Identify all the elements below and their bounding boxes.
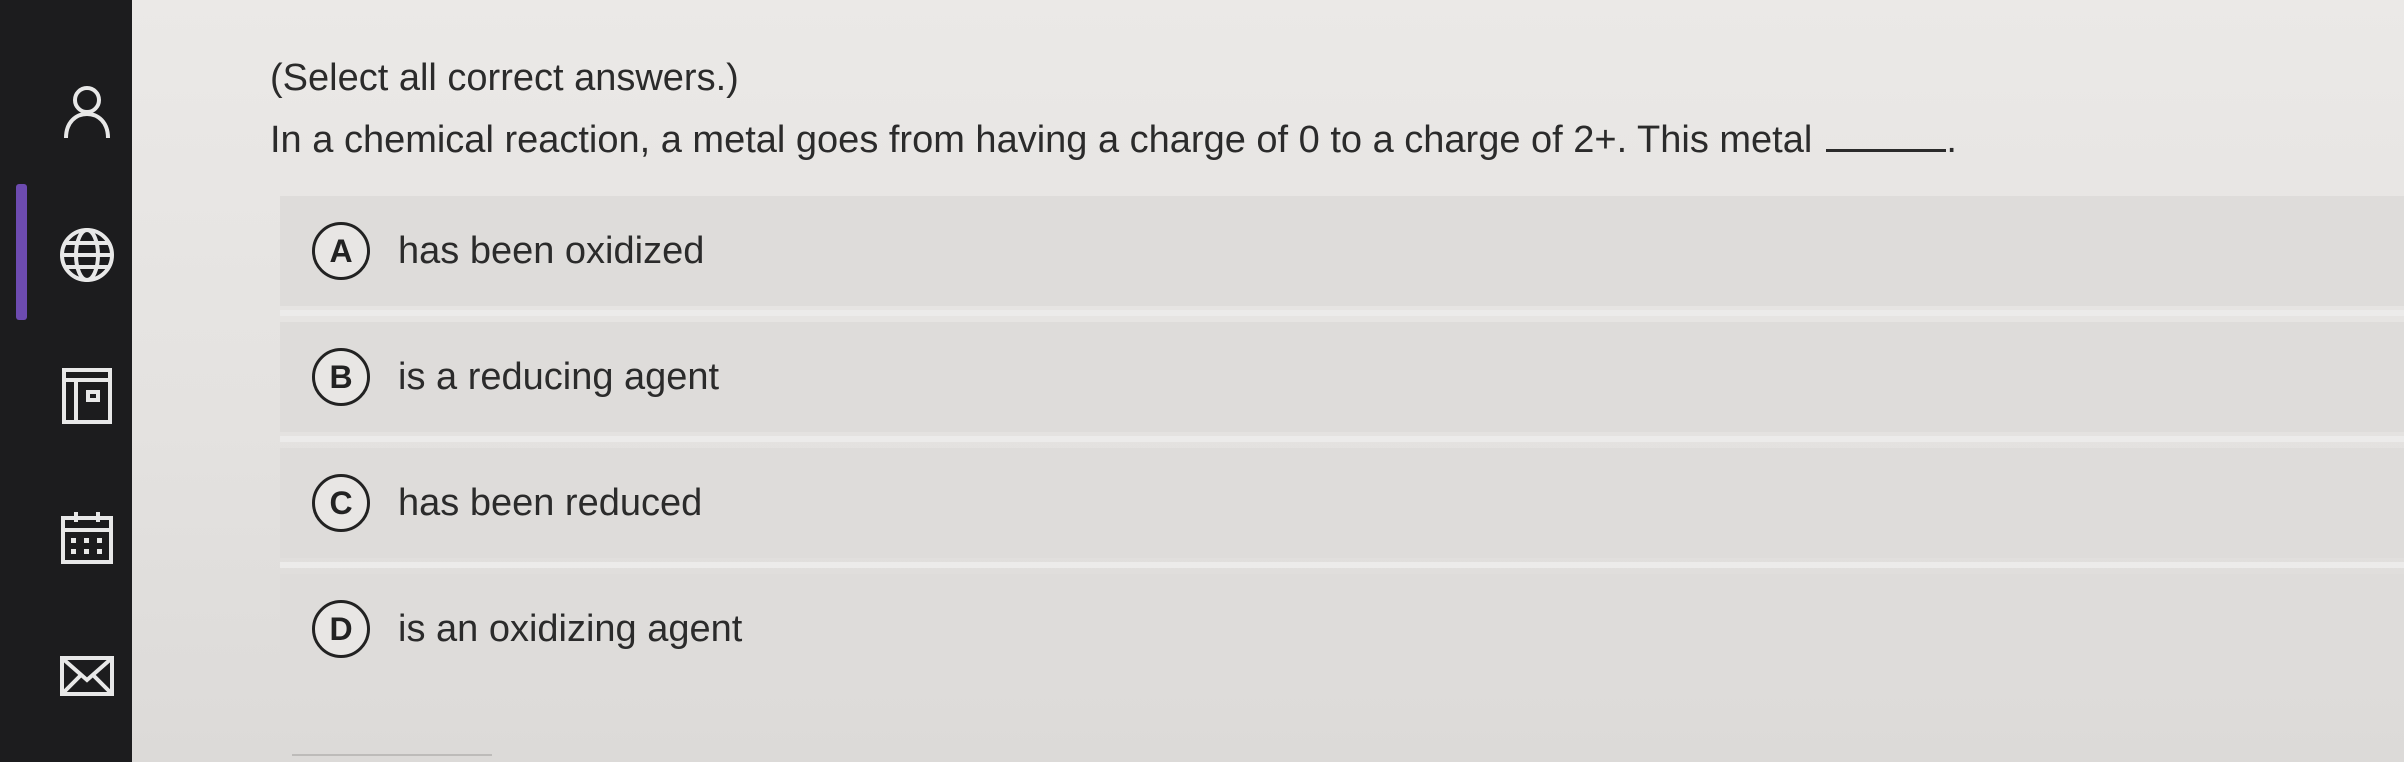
option-divider — [280, 562, 2404, 568]
profile-icon — [64, 86, 110, 139]
messages-icon — [60, 656, 114, 696]
globe-icon — [60, 228, 114, 282]
option-text: has been reduced — [398, 482, 703, 524]
option-text: is an oxidizing agent — [398, 608, 743, 650]
question-instructions: (Select all correct answers.) — [270, 57, 739, 99]
option-divider — [280, 436, 2404, 442]
option-text: has been oxidized — [398, 230, 705, 272]
nav-item-profile[interactable] — [44, 68, 130, 154]
nav-item-globe[interactable] — [44, 212, 130, 298]
answer-option-c[interactable]: C has been reduced — [280, 448, 2404, 558]
nav-item-calendar[interactable] — [44, 494, 130, 580]
question-prompt-end: . — [1946, 119, 1957, 161]
active-nav-indicator — [16, 184, 27, 320]
courses-icon — [62, 368, 112, 424]
nav-item-messages[interactable] — [44, 632, 130, 718]
sidebar-nav — [0, 0, 132, 762]
option-letter-badge: D — [312, 600, 370, 658]
bottom-divider — [292, 754, 492, 756]
answer-blank — [1826, 117, 1947, 152]
question-prompt-text: In a chemical reaction, a metal goes fro… — [270, 119, 1813, 161]
answer-option-a[interactable]: A has been oxidized — [280, 196, 2404, 306]
question-prompt: In a chemical reaction, a metal goes fro… — [270, 116, 1957, 164]
option-letter-badge: C — [312, 474, 370, 532]
option-letter-badge: A — [312, 222, 370, 280]
question-panel: (Select all correct answers.) In a chemi… — [132, 0, 2404, 762]
calendar-icon — [61, 512, 113, 564]
option-letter-badge: B — [312, 348, 370, 406]
answer-option-b[interactable]: B is a reducing agent — [280, 322, 2404, 432]
answer-option-d[interactable]: D is an oxidizing agent — [280, 574, 2404, 684]
nav-item-courses[interactable] — [44, 352, 130, 438]
option-text: is a reducing agent — [398, 356, 720, 398]
option-divider — [280, 310, 2404, 316]
